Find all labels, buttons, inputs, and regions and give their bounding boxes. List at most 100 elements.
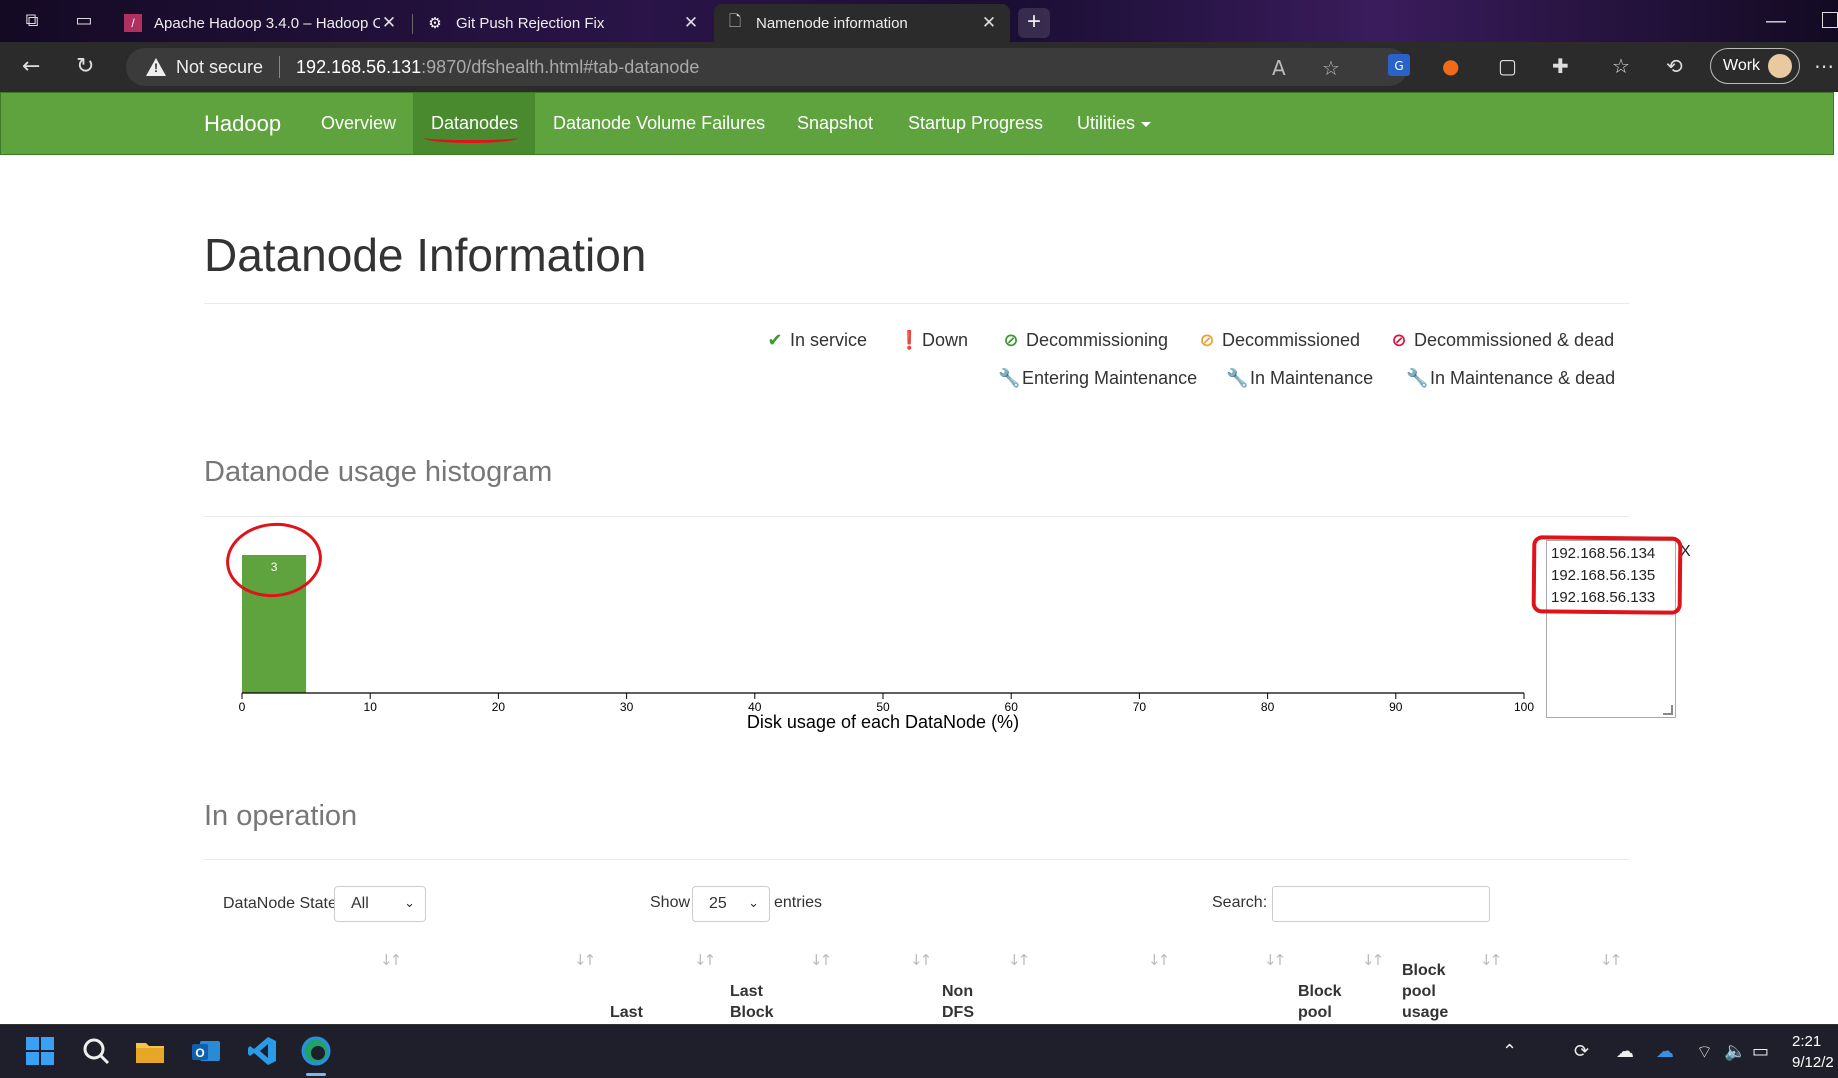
reader-icon[interactable]: ▢ (1498, 54, 1517, 78)
sort-icon[interactable]: ↓↑ (810, 951, 832, 969)
tab-namenode-information[interactable]: 🗋 Namenode information ✕ (714, 4, 1010, 42)
url-field[interactable]: Not secure 192.168.56.131:9870/dfshealth… (126, 48, 1408, 86)
file-explorer-icon[interactable] (134, 1035, 166, 1067)
sort-icon[interactable]: ↓↑ (1600, 951, 1622, 969)
x-tick-label: 70 (1133, 700, 1147, 714)
column-header-text: Block (1298, 983, 1342, 1000)
ban-icon: ⊘ (1199, 330, 1215, 351)
legend-in-maintenance-dead: 🔧In Maintenance & dead (1406, 368, 1615, 389)
resize-handle-icon[interactable] (1663, 705, 1673, 715)
sync-icon[interactable]: ⟳ (1574, 1041, 1589, 1062)
minimize-icon[interactable]: — (1766, 10, 1786, 33)
wifi-icon[interactable]: ⌔ (1696, 1041, 1713, 1064)
translate-icon[interactable]: G (1388, 54, 1410, 76)
url-host: 192.168.56.131 (296, 56, 422, 77)
sort-icon[interactable]: ↓↑ (1008, 951, 1030, 969)
onedrive-business-icon[interactable]: ☁ (1656, 1041, 1674, 1062)
start-icon[interactable] (24, 1035, 56, 1067)
nav-brand[interactable]: Hadoop (204, 93, 281, 154)
refresh-icon[interactable]: ↻ (76, 54, 94, 80)
nav-overview[interactable]: Overview (321, 93, 396, 154)
legend-label: In service (790, 330, 868, 350)
page-title: Datanode Information (204, 229, 647, 281)
profile-button[interactable]: Work (1710, 48, 1800, 84)
chevron-up-icon[interactable]: ⌃ (1502, 1041, 1517, 1062)
security-label: Not secure (176, 56, 264, 77)
onedrive-icon[interactable]: ☁ (1616, 1041, 1634, 1062)
sort-icon[interactable]: ↓↑ (574, 951, 596, 969)
close-icon[interactable]: ✕ (682, 13, 700, 33)
favorite-star-icon[interactable]: ☆ (1322, 56, 1340, 80)
close-icon[interactable]: ✕ (380, 13, 398, 33)
sort-icon[interactable]: ↓↑ (1480, 951, 1502, 969)
annotation-underline (424, 133, 518, 143)
histogram-title: Datanode usage histogram (204, 456, 553, 488)
favorites-icon[interactable]: ☆ (1612, 54, 1630, 78)
nav-datanodes-label: Datanodes (431, 113, 519, 133)
divider (204, 859, 1630, 860)
legend-entering-maintenance: 🔧Entering Maintenance (998, 368, 1197, 389)
legend-decommissioned-dead: ⊘ Decommissioned & dead (1390, 330, 1614, 351)
wrench-icon: 🔧 (998, 368, 1021, 389)
x-tick-label: 30 (620, 700, 634, 714)
extension-orange-icon[interactable]: ● (1442, 54, 1459, 78)
history-icon[interactable]: ⟲ (1666, 54, 1683, 78)
legend-decommissioned: ⊘ Decommissioned (1198, 330, 1360, 351)
entries-select[interactable]: 25 ⌄ (692, 886, 770, 922)
workspaces-icon[interactable]: ⧉ (20, 9, 44, 33)
browser-titlebar: ⧉ ▭ / Apache Hadoop 3.4.0 – Hadoop C ✕ ⚙… (0, 0, 1838, 42)
read-aloud-icon[interactable]: A (1272, 56, 1286, 80)
legend-in-maintenance: 🔧In Maintenance (1226, 368, 1373, 389)
volume-icon[interactable]: 🔈 (1724, 1041, 1746, 1062)
legend-label: Decommissioned (1222, 330, 1361, 350)
column-header-text: pool (1298, 1004, 1332, 1021)
nav-startup-progress[interactable]: Startup Progress (908, 93, 1043, 154)
outlook-icon[interactable]: O (190, 1035, 222, 1067)
sort-icon[interactable]: ↓↑ (1148, 951, 1170, 969)
legend-in-service: ✔ In service (766, 330, 867, 351)
tab-actions-icon[interactable]: ▭ (72, 9, 96, 33)
x-tick-label: 20 (492, 700, 506, 714)
back-icon[interactable]: ← (22, 54, 40, 80)
nav-datanodes[interactable]: Datanodes (413, 93, 535, 154)
tab-hadoop-docs[interactable]: / Apache Hadoop 3.4.0 – Hadoop C ✕ (112, 4, 410, 42)
search-input[interactable] (1272, 886, 1490, 922)
sort-icon[interactable]: ↓↑ (694, 951, 716, 969)
legend-decommissioning: ⊘ Decommissioning (1002, 330, 1168, 351)
extensions-icon[interactable]: ✚ (1552, 54, 1569, 78)
close-icon[interactable]: ✕ (980, 13, 998, 33)
warning-icon (146, 58, 166, 76)
legend-label: Decommissioning (1026, 330, 1169, 350)
search-icon[interactable] (80, 1035, 112, 1067)
x-tick-label: 90 (1389, 700, 1403, 714)
sort-icon[interactable]: ↓↑ (1264, 951, 1286, 969)
wrench-icon: 🔧 (1406, 368, 1429, 389)
nav-utilities-label: Utilities (1077, 113, 1136, 133)
taskbar-clock[interactable]: 2:21 9/12/2 (1792, 1031, 1834, 1073)
sort-icon[interactable]: ↓↑ (1362, 951, 1384, 969)
nav-snapshot[interactable]: Snapshot (797, 93, 873, 154)
legend-label: Decommissioned & dead (1414, 330, 1615, 350)
battery-icon[interactable]: ▭ (1752, 1041, 1769, 1062)
sort-icon[interactable]: ↓↑ (910, 951, 932, 969)
datanode-state-select[interactable]: All ⌄ (334, 886, 426, 922)
sort-icon[interactable]: ↓↑ (380, 951, 402, 969)
tab-title: Apache Hadoop 3.4.0 – Hadoop C (154, 14, 380, 32)
tab-title: Git Push Rejection Fix (456, 14, 605, 32)
maximize-icon[interactable] (1822, 12, 1838, 28)
edge-icon[interactable] (300, 1035, 332, 1067)
vscode-icon[interactable] (246, 1035, 278, 1067)
more-menu-icon[interactable]: ⋯ (1814, 54, 1834, 78)
column-header-text: Last (730, 983, 763, 1000)
datanode-state-value: All (351, 895, 369, 912)
x-axis-label: Disk usage of each DataNode (%) (747, 712, 1019, 732)
svg-text:O: O (195, 1046, 204, 1060)
new-tab-button[interactable]: + (1018, 8, 1050, 38)
nav-datanode-volume-failures[interactable]: Datanode Volume Failures (553, 93, 765, 154)
legend-down: ❗Down (898, 330, 968, 351)
column-header-text: pool (1402, 983, 1436, 1000)
legend-label: In Maintenance (1250, 368, 1374, 388)
nav-utilities[interactable]: Utilities (1077, 93, 1152, 154)
tab-git-push[interactable]: ⚙ Git Push Rejection Fix ✕ (414, 4, 712, 42)
windows-taskbar: O ⌃ ⟳ ☁ ☁ ⌔ 🔈 ▭ 2:21 9/12/2 (0, 1024, 1838, 1078)
